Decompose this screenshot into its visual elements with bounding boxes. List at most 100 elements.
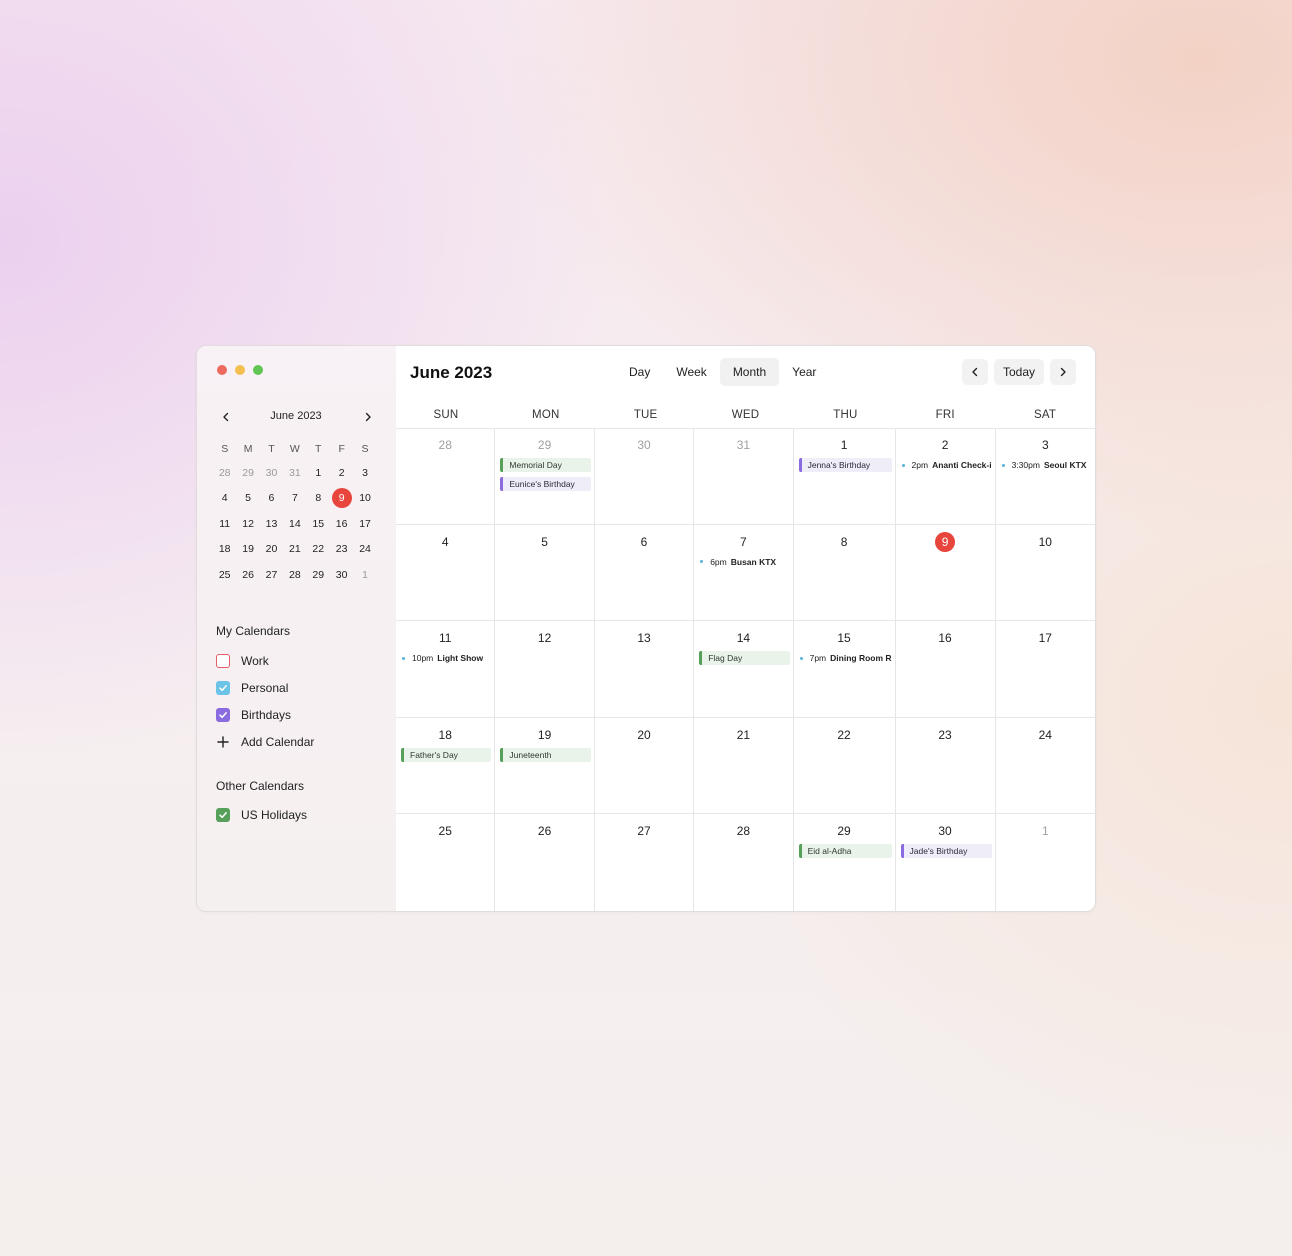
- day-cell[interactable]: 15 7pm Dining Room R: [793, 621, 896, 718]
- all-day-event[interactable]: Jenna's Birthday: [798, 458, 892, 472]
- minimize-window-button[interactable]: [235, 365, 245, 375]
- day-cell[interactable]: 2 2pm Ananti Check-i: [895, 428, 996, 525]
- calendar-toggle-1[interactable]: Personal: [216, 674, 314, 701]
- day-cell[interactable]: 6: [594, 524, 695, 622]
- mini-day[interactable]: 28: [283, 562, 306, 588]
- mini-day[interactable]: 11: [213, 511, 236, 537]
- mini-day[interactable]: 19: [236, 537, 259, 563]
- day-cell[interactable]: 23: [895, 717, 996, 815]
- mini-day[interactable]: 5: [236, 486, 259, 512]
- next-month-button[interactable]: [1050, 359, 1076, 385]
- day-cell[interactable]: 13: [594, 621, 695, 718]
- day-cell[interactable]: 4: [396, 524, 496, 622]
- day-cell[interactable]: 12: [495, 621, 595, 718]
- mini-day[interactable]: 15: [307, 511, 330, 537]
- day-cell[interactable]: 7 6pm Busan KTX: [694, 524, 794, 622]
- mini-day[interactable]: 6: [260, 486, 283, 512]
- day-cell[interactable]: 16: [895, 621, 996, 718]
- calendar-toggle-0[interactable]: Work: [216, 647, 314, 674]
- day-cell[interactable]: 8: [793, 524, 896, 622]
- mini-day-today[interactable]: 9: [330, 486, 353, 512]
- day-cell[interactable]: 19 Juneteenth: [495, 717, 595, 815]
- calendar-toggle-0[interactable]: US Holidays: [216, 801, 307, 828]
- mini-day[interactable]: 23: [330, 537, 353, 563]
- mini-day[interactable]: 26: [236, 562, 259, 588]
- day-cell[interactable]: 28: [694, 814, 794, 911]
- day-cell[interactable]: 9: [895, 524, 996, 622]
- day-cell[interactable]: 10: [995, 525, 1095, 622]
- mini-day[interactable]: 18: [213, 537, 236, 563]
- day-cell[interactable]: 21: [694, 717, 794, 815]
- all-day-event[interactable]: Flag Day: [699, 651, 790, 666]
- close-window-button[interactable]: [217, 365, 227, 375]
- timed-event[interactable]: 2pm Ananti Check-i: [901, 458, 992, 472]
- mini-day[interactable]: 31: [283, 460, 306, 486]
- mini-day[interactable]: 16: [330, 511, 353, 537]
- day-cell[interactable]: 11 10pm Light Show: [396, 621, 496, 718]
- mini-day[interactable]: 7: [283, 486, 306, 512]
- zoom-window-button[interactable]: [253, 365, 263, 375]
- mini-day[interactable]: 4: [213, 486, 236, 512]
- mini-day[interactable]: 1: [353, 562, 376, 588]
- mini-day[interactable]: 30: [330, 562, 353, 588]
- day-cell[interactable]: 3 3:30pm Seoul KTX: [995, 428, 1095, 525]
- view-tab-day[interactable]: Day: [616, 358, 663, 386]
- day-cell[interactable]: 28: [396, 428, 496, 525]
- all-day-event[interactable]: Eunice's Birthday: [500, 477, 591, 491]
- checkbox-unchecked[interactable]: [216, 653, 230, 668]
- day-cell[interactable]: 24: [995, 718, 1095, 815]
- all-day-event[interactable]: Juneteenth: [500, 747, 591, 762]
- mini-day[interactable]: 13: [260, 511, 283, 537]
- timed-event[interactable]: 6pm Busan KTX: [699, 555, 789, 569]
- mini-day[interactable]: 27: [260, 562, 283, 588]
- view-tab-week[interactable]: Week: [663, 358, 719, 386]
- day-cell[interactable]: 18 Father's Day: [396, 717, 496, 815]
- add-calendar-button[interactable]: Add Calendar: [216, 728, 314, 755]
- day-cell[interactable]: 22: [793, 717, 896, 815]
- mini-day[interactable]: 17: [353, 511, 376, 537]
- day-cell[interactable]: 29 Eid al-Adha: [794, 814, 896, 911]
- checkbox-checked[interactable]: [216, 807, 230, 822]
- mini-day[interactable]: 25: [213, 562, 236, 588]
- day-cell[interactable]: 30: [594, 428, 695, 525]
- day-cell[interactable]: 30 Jade's Birthday: [896, 814, 996, 911]
- mini-day[interactable]: 8: [307, 486, 330, 512]
- day-cell[interactable]: 14 Flag Day: [694, 621, 794, 718]
- view-tab-year[interactable]: Year: [779, 358, 829, 386]
- day-cell[interactable]: 29 Memorial Day Eunice's Birthday: [495, 428, 595, 525]
- day-cell[interactable]: 25: [396, 814, 496, 911]
- timed-event[interactable]: 7pm Dining Room R: [799, 651, 892, 665]
- today-button[interactable]: Today: [993, 359, 1044, 385]
- mini-day[interactable]: 22: [307, 537, 330, 563]
- mini-day[interactable]: 21: [283, 537, 306, 563]
- mini-day[interactable]: 30: [260, 460, 283, 486]
- mini-day[interactable]: 2: [330, 460, 353, 486]
- timed-event[interactable]: 3:30pm Seoul KTX: [1001, 458, 1092, 472]
- day-cell[interactable]: 20: [594, 717, 695, 815]
- mini-day[interactable]: 10: [353, 486, 376, 512]
- day-cell[interactable]: 5: [495, 524, 595, 622]
- timed-event[interactable]: 10pm Light Show: [401, 651, 491, 665]
- mini-day[interactable]: 29: [307, 562, 330, 588]
- mini-day[interactable]: 29: [236, 460, 259, 486]
- mini-day[interactable]: 12: [236, 511, 259, 537]
- mini-day[interactable]: 3: [353, 460, 376, 486]
- mini-day[interactable]: 28: [213, 460, 236, 486]
- all-day-event[interactable]: Memorial Day: [500, 458, 591, 472]
- day-cell[interactable]: 17: [995, 621, 1095, 718]
- day-cell[interactable]: 1: [996, 814, 1095, 911]
- prev-month-button[interactable]: [961, 359, 988, 385]
- all-day-event[interactable]: Eid al-Adha: [798, 844, 892, 859]
- checkbox-checked[interactable]: [216, 707, 230, 722]
- mini-day[interactable]: 20: [260, 537, 283, 563]
- day-cell[interactable]: 1 Jenna's Birthday: [793, 428, 896, 525]
- mini-day[interactable]: 1: [307, 460, 330, 486]
- all-day-event[interactable]: Jade's Birthday: [900, 844, 992, 859]
- day-cell[interactable]: 27: [595, 814, 695, 911]
- checkbox-checked[interactable]: [216, 680, 230, 695]
- mini-day[interactable]: 24: [353, 537, 376, 563]
- view-tab-month[interactable]: Month: [719, 358, 780, 386]
- day-cell[interactable]: 31: [694, 428, 794, 525]
- mini-next-month-button[interactable]: [359, 408, 377, 426]
- mini-day[interactable]: 14: [283, 511, 306, 537]
